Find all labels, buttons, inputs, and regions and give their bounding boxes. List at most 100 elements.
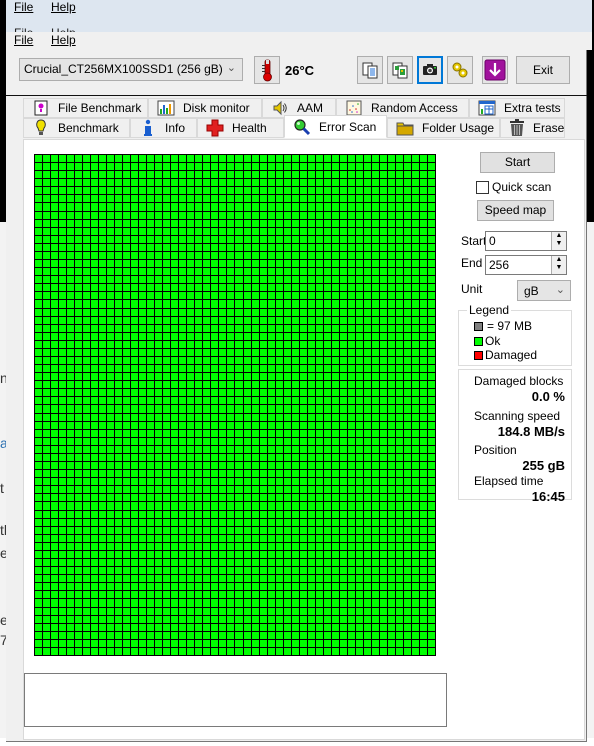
block-cell [363,526,371,534]
drive-select[interactable]: Crucial_CT256MX100SSD1 (256 gB) ⌄ [19,58,243,81]
tab-file-benchmark[interactable]: File Benchmark [23,98,148,118]
start-scan-button[interactable]: Start [480,152,555,173]
block-cell [419,510,427,518]
block-cell [147,268,155,276]
tab-label: Health [232,121,267,135]
block-cell [411,453,419,462]
block-cell [67,276,75,284]
block-cell [35,397,43,405]
block-cell [51,478,59,486]
unit-select[interactable]: gB ⌄ [517,280,571,301]
block-cell [395,163,403,171]
block-cell [387,211,395,219]
block-cell [427,445,435,453]
block-cell [331,591,339,599]
tab-benchmark[interactable]: Benchmark [23,118,130,138]
download-button[interactable] [482,56,508,84]
block-cell [147,615,155,623]
block-cell [307,268,315,276]
block-cell [83,373,91,381]
block-cell [323,542,331,550]
block-cell [411,445,419,453]
block-cell [123,429,131,437]
start-position-input[interactable]: 0 ▲ ▼ [485,231,567,251]
speed-map-button[interactable]: Speed map [477,200,554,221]
block-cell [235,486,243,494]
checkbox-box[interactable] [476,180,489,194]
block-cell [275,615,283,623]
block-cell [67,203,75,211]
block-cell [403,639,411,647]
block-cell [291,243,299,251]
copy-text-button[interactable] [357,56,383,84]
block-cell [187,413,195,421]
block-cell [91,219,99,227]
block-cell [171,583,179,591]
block-cell [163,534,171,542]
block-cell [275,550,283,559]
block-cell [411,437,419,445]
block-cell [91,526,99,534]
quick-scan-checkbox[interactable]: Quick scan [476,180,551,194]
block-cell [251,300,259,308]
block-cell [411,211,419,219]
block-cell [419,567,427,575]
block-cell [163,195,171,203]
exit-button[interactable]: Exit [516,56,570,84]
spin-arrows-icon[interactable]: ▲ ▼ [551,256,566,274]
temperature-button[interactable] [254,56,280,84]
block-cell [315,187,323,195]
block-cell [219,542,227,550]
log-textbox[interactable] [24,673,447,727]
block-cell [339,373,347,381]
tab-error-scan[interactable]: Error Scan [284,115,387,138]
menu-help[interactable]: Help [51,33,76,47]
block-cell [403,211,411,219]
block-cell [187,462,195,470]
block-cell [171,607,179,615]
block-cell [227,631,235,639]
copy-image-button[interactable] [387,56,413,84]
block-cell [227,413,235,421]
block-cell [147,381,155,389]
block-cell [403,235,411,243]
tab-info[interactable]: Info [130,118,197,138]
block-cell [395,437,403,445]
block-cell [43,510,51,518]
tab-extra-tests[interactable]: Extra tests [469,98,565,118]
menu-file[interactable]: File [14,0,33,14]
block-cell [411,462,419,470]
block-cell [387,639,395,647]
end-position-input[interactable]: 256 ▲ ▼ [485,255,567,275]
block-cell [379,462,387,470]
screenshot-button[interactable] [417,56,443,84]
block-cell [139,437,147,445]
menu-help[interactable]: Help [51,0,76,14]
block-cell [379,284,387,292]
block-cell [403,284,411,292]
block-cell [43,583,51,591]
block-cell [419,268,427,276]
options-button[interactable] [447,56,473,84]
tab-health[interactable]: Health [197,118,284,138]
block-cell [251,357,259,365]
block-cell [227,486,235,494]
menu-file[interactable]: File [14,33,33,47]
block-cell [259,486,267,494]
block-cell [251,437,259,445]
spin-arrows-icon[interactable]: ▲ ▼ [551,232,566,250]
block-cell [179,478,187,486]
block-cell [179,171,187,179]
menu-help-label: Help [51,0,76,14]
tab-disk-monitor[interactable]: Disk monitor [148,98,262,118]
block-cell [67,486,75,494]
block-cell [43,559,51,567]
tab-erase[interactable]: Erase [500,118,565,138]
block-cell [219,276,227,284]
block-cell [243,437,251,445]
block-cell [75,179,83,187]
tab-folder-usage[interactable]: Folder Usage [387,118,500,138]
block-cell [315,502,323,510]
block-cell [291,324,299,332]
block-cell [187,316,195,324]
